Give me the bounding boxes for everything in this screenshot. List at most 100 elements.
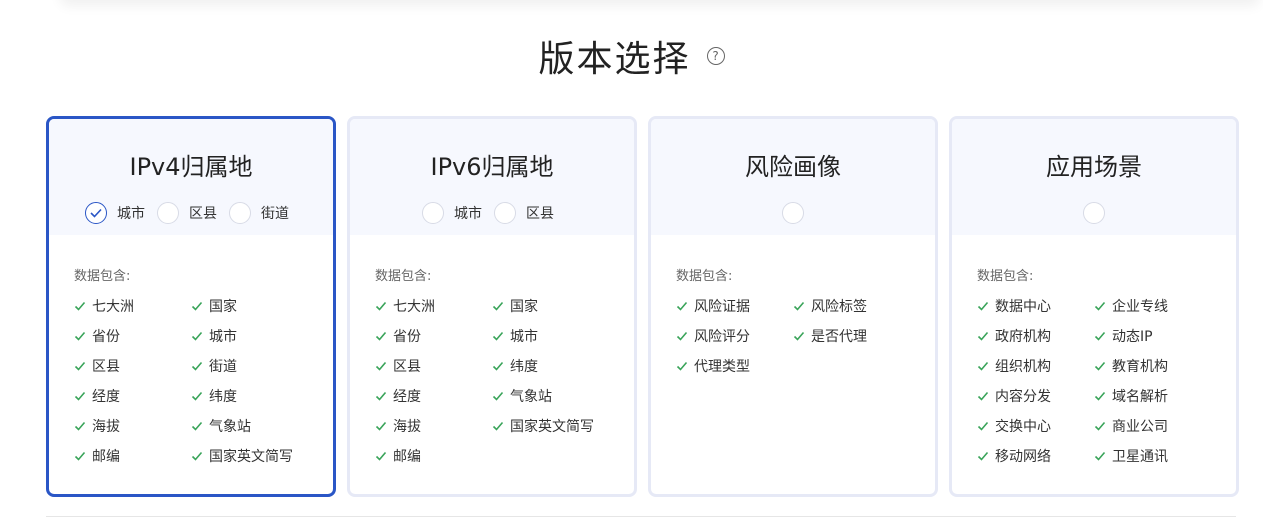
- check-icon: [191, 361, 203, 371]
- check-icon: [1094, 331, 1106, 341]
- feature-item: 风险标签: [793, 296, 910, 316]
- option-label: 区县: [526, 206, 554, 222]
- version-card[interactable]: IPv4归属地 城市 区县 街道 数据包含: 七大洲 国家 省份 城市 区县 街道 经度 纬度 海拔 气象站…: [46, 116, 336, 497]
- feature-item: 气象站: [492, 386, 609, 406]
- feature-item: 七大洲: [375, 296, 492, 316]
- feature-item: 气象站: [191, 416, 308, 436]
- version-card[interactable]: 风险画像数据包含: 风险证据 风险标签风险评分 是否代理代理类型: [648, 116, 938, 497]
- feature-item: 海拔: [74, 416, 191, 436]
- feature-text: 区县: [393, 359, 421, 375]
- option[interactable]: 城市: [85, 202, 153, 224]
- feature-item: 七大洲: [74, 296, 191, 316]
- check-icon: [492, 391, 504, 401]
- option[interactable]: 街道: [229, 202, 297, 224]
- feature-item: 内容分发: [977, 386, 1094, 406]
- option-group: [651, 202, 935, 224]
- feature-text: 风险评分: [694, 329, 750, 345]
- check-icon: [1094, 301, 1106, 311]
- card-header: IPv6归属地 城市 区县: [350, 119, 634, 235]
- option[interactable]: 区县: [494, 202, 562, 224]
- check-icon: [676, 361, 688, 371]
- feature-item: 海拔: [375, 416, 492, 436]
- check-icon: [74, 361, 86, 371]
- option-label: 街道: [261, 206, 289, 222]
- feature-item: 动态IP: [1094, 326, 1211, 346]
- feature-text: 七大洲: [393, 299, 435, 315]
- card-header: 风险画像: [651, 119, 935, 235]
- feature-item: 卫星通讯: [1094, 446, 1211, 466]
- check-icon: [793, 331, 805, 341]
- check-icon: [191, 331, 203, 341]
- feature-text: 城市: [209, 329, 237, 345]
- feature-item: 风险证据: [676, 296, 793, 316]
- feature-text: 数据中心: [995, 299, 1051, 315]
- feature-item: 代理类型: [676, 356, 793, 376]
- feature-text: 域名解析: [1112, 389, 1168, 405]
- check-icon: [492, 421, 504, 431]
- check-icon: [977, 301, 989, 311]
- feature-text: 区县: [92, 359, 120, 375]
- option[interactable]: [1083, 202, 1105, 224]
- feature-text: 省份: [393, 329, 421, 345]
- radio-button[interactable]: [422, 202, 444, 224]
- feature-item: 城市: [492, 326, 609, 346]
- feature-text: 邮编: [92, 449, 120, 465]
- feature-list: 七大洲 国家 省份 城市 区县 纬度 经度 气象站 海拔 国家英文简写 邮编: [375, 296, 634, 466]
- card-body: 数据包含: 七大洲 国家 省份 城市 区县 街道 经度 纬度 海拔 气象站 邮编 国家英文简写: [49, 235, 333, 466]
- feature-text: 卫星通讯: [1112, 449, 1168, 465]
- option[interactable]: 区县: [157, 202, 225, 224]
- includes-label: 数据包含:: [375, 269, 432, 284]
- feature-list: 数据中心 企业专线 政府机构 动态IP 组织机构 教育机构 内容分发 域名解析 交换中心 商业公司…: [977, 296, 1236, 466]
- card-body: 数据包含: 数据中心 企业专线 政府机构 动态IP 组织机构 教育机构 内容分发 域名解析 交换中…: [952, 235, 1236, 466]
- option-label: 城市: [117, 206, 145, 222]
- check-icon: [1094, 391, 1106, 401]
- option[interactable]: 城市: [422, 202, 490, 224]
- option[interactable]: [782, 202, 804, 224]
- feature-item: 移动网络: [977, 446, 1094, 466]
- check-icon: [191, 421, 203, 431]
- feature-item: 纬度: [191, 386, 308, 406]
- check-icon: [676, 331, 688, 341]
- divider: [46, 516, 1236, 517]
- feature-item: 经度: [375, 386, 492, 406]
- check-icon: [375, 391, 387, 401]
- check-icon: [1094, 421, 1106, 431]
- radio-button[interactable]: [229, 202, 251, 224]
- card-title: 风险画像: [745, 153, 841, 181]
- check-icon: [977, 361, 989, 371]
- option-group: [952, 202, 1236, 224]
- feature-item: 域名解析: [1094, 386, 1211, 406]
- feature-item: 省份: [74, 326, 191, 346]
- feature-item: 区县: [74, 356, 191, 376]
- feature-text: 企业专线: [1112, 299, 1168, 315]
- feature-text: 国家: [510, 299, 538, 315]
- feature-text: 经度: [92, 389, 120, 405]
- feature-text: 交换中心: [995, 419, 1051, 435]
- feature-item: 数据中心: [977, 296, 1094, 316]
- feature-item: 商业公司: [1094, 416, 1211, 436]
- feature-item: 国家英文简写: [492, 416, 609, 436]
- check-icon: [74, 391, 86, 401]
- question-circle-icon[interactable]: ?: [706, 47, 725, 65]
- feature-text: 气象站: [209, 419, 251, 435]
- radio-button[interactable]: [157, 202, 179, 224]
- feature-text: 城市: [510, 329, 538, 345]
- radio-button[interactable]: [782, 202, 804, 224]
- includes-label: 数据包含:: [676, 269, 733, 284]
- radio-button[interactable]: [85, 202, 107, 224]
- radio-button[interactable]: [494, 202, 516, 224]
- check-icon: [74, 451, 86, 461]
- feature-text: 是否代理: [811, 329, 867, 345]
- includes-label: 数据包含:: [977, 269, 1034, 284]
- feature-item: 城市: [191, 326, 308, 346]
- version-card[interactable]: IPv6归属地 城市 区县 数据包含: 七大洲 国家 省份 城市 区县 纬度 经度 气象站 海拔 国家英文…: [347, 116, 637, 497]
- card-header: 应用场景: [952, 119, 1236, 235]
- check-icon: [492, 361, 504, 371]
- feature-text: 移动网络: [995, 449, 1051, 465]
- version-card[interactable]: 应用场景 数据包含: 数据中心 企业专线 政府机构 动态IP 组织机构 教育机构 内容分发 域名解…: [949, 116, 1239, 497]
- feature-item: 政府机构: [977, 326, 1094, 346]
- radio-button[interactable]: [1083, 202, 1105, 224]
- feature-list: 风险证据 风险标签风险评分 是否代理代理类型: [676, 296, 935, 376]
- feature-text: 商业公司: [1112, 419, 1168, 435]
- check-icon: [74, 421, 86, 431]
